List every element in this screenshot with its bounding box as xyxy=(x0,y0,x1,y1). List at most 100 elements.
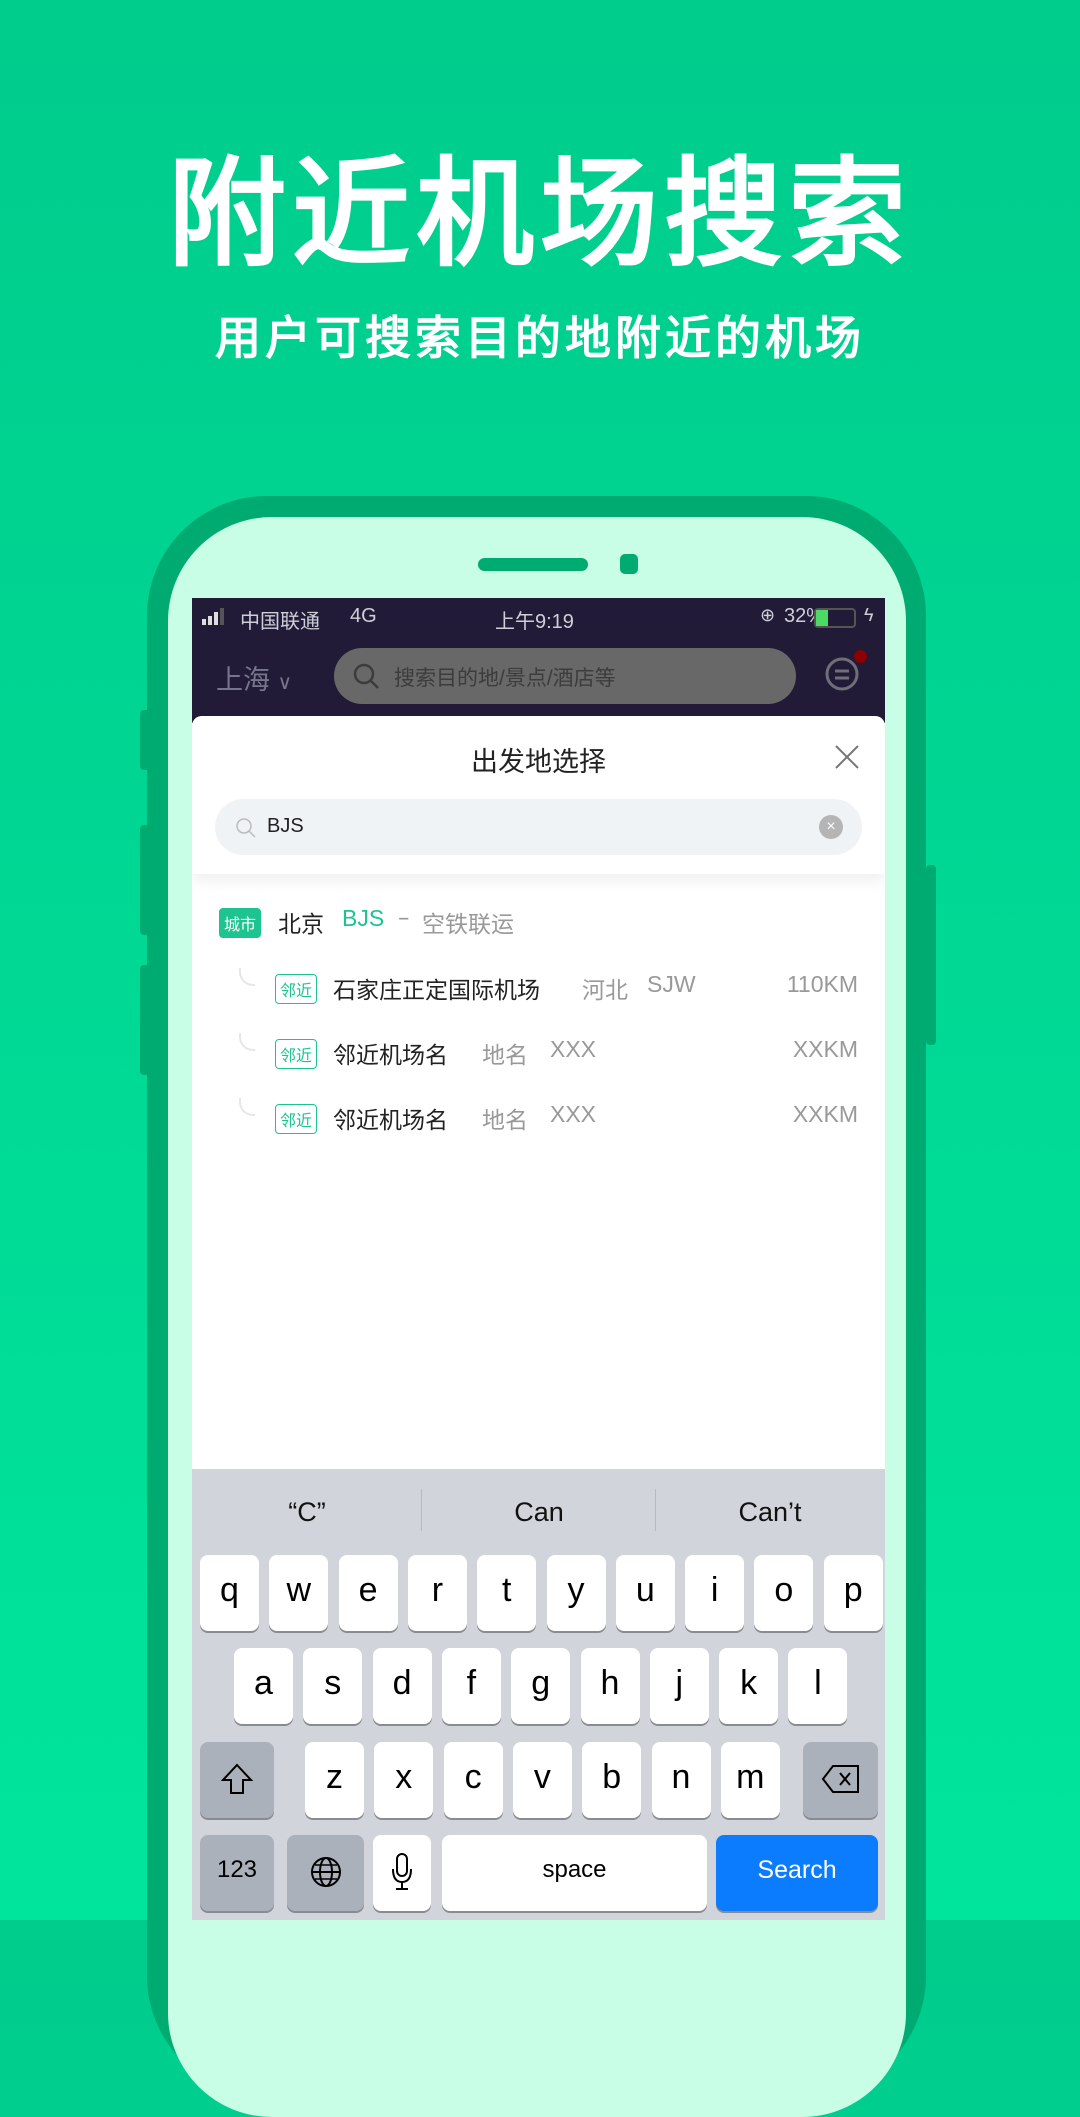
city-note: 空铁联运 xyxy=(422,912,514,938)
signal-icon xyxy=(202,608,230,632)
key-k[interactable]: k xyxy=(719,1648,779,1724)
battery-icon xyxy=(814,608,856,628)
search-icon xyxy=(236,818,256,838)
search-key[interactable]: Search xyxy=(716,1835,878,1911)
airport-distance: XXKM xyxy=(792,1101,858,1127)
key-x[interactable]: x xyxy=(374,1742,434,1818)
nearby-tag: 邻近 xyxy=(275,974,318,1004)
city-badge: 城市 xyxy=(219,908,262,938)
sheet-header: 出发地选择 BJS × xyxy=(192,716,885,874)
promo-title: 附近机场搜索 xyxy=(167,145,912,283)
airport-code: SJW xyxy=(647,971,696,997)
airport-code: XXX xyxy=(550,1101,597,1127)
connector-line xyxy=(239,1033,255,1051)
suggestion[interactable]: Can xyxy=(424,1497,654,1528)
separator: – xyxy=(398,905,410,931)
key-t[interactable]: t xyxy=(477,1555,537,1631)
sheet-title: 出发地选择 xyxy=(471,747,606,778)
connector-line xyxy=(239,1098,255,1116)
suggestion[interactable]: Can’t xyxy=(655,1497,885,1528)
rotation-lock-icon: ⊕ xyxy=(760,605,776,625)
key-e[interactable]: e xyxy=(338,1555,398,1631)
carrier: 中国联通 xyxy=(240,611,320,633)
key-m[interactable]: m xyxy=(720,1742,780,1818)
key-l[interactable]: l xyxy=(788,1648,848,1724)
key-q[interactable]: q xyxy=(200,1555,259,1631)
delete-key[interactable] xyxy=(803,1742,878,1818)
chevron-down-icon: ∨ xyxy=(277,672,293,694)
key-w[interactable]: w xyxy=(269,1555,329,1631)
suggestion[interactable]: “C” xyxy=(192,1497,422,1528)
city-selector[interactable]: 上海 ∨ xyxy=(216,658,292,697)
key-d[interactable]: d xyxy=(372,1648,432,1724)
search-value: BJS xyxy=(267,815,304,837)
nearby-airport-item[interactable]: 邻近 石家庄正定国际机场 河北 SJW 110KM xyxy=(192,962,885,1012)
key-s[interactable]: s xyxy=(303,1648,363,1724)
phone-side-button xyxy=(140,825,150,935)
close-icon[interactable] xyxy=(834,744,860,770)
departure-search-input[interactable]: BJS × xyxy=(215,799,862,855)
airport-region: 地名 xyxy=(482,1108,528,1134)
search-icon xyxy=(353,663,379,689)
phone-speaker xyxy=(478,558,588,571)
globe-key[interactable] xyxy=(287,1835,364,1911)
phone-screen: 中国联通 4G 上午9:19 ⊕ 32% ϟ 上海 ∨ 搜索目的地/景点/酒店等… xyxy=(192,598,885,1920)
dictation-key[interactable] xyxy=(373,1835,431,1911)
keyboard: “C” Can Can’t qwertyuiop asdfghjkl zxcvbnm… xyxy=(192,1469,885,1920)
clock: 上午9:19 xyxy=(495,611,574,633)
key-y[interactable]: y xyxy=(546,1555,606,1631)
key-r[interactable]: r xyxy=(407,1555,467,1631)
airport-distance: XXKM xyxy=(792,1036,858,1062)
key-g[interactable]: g xyxy=(511,1648,571,1724)
numbers-key[interactable]: 123 xyxy=(200,1835,274,1911)
key-h[interactable]: h xyxy=(580,1648,640,1724)
shift-icon xyxy=(220,1763,254,1794)
key-c[interactable]: c xyxy=(443,1742,503,1818)
notification-dot xyxy=(854,650,867,663)
search-placeholder: 搜索目的地/景点/酒店等 xyxy=(394,667,616,690)
key-z[interactable]: z xyxy=(305,1742,364,1818)
key-v[interactable]: v xyxy=(512,1742,572,1818)
phone-camera xyxy=(620,554,638,574)
promo-subtitle: 用户可搜索目的地附近的机场 xyxy=(215,311,865,365)
city-name: 北京 xyxy=(278,912,324,938)
airport-distance: 110KM xyxy=(786,971,858,997)
microphone-icon xyxy=(392,1853,412,1890)
airport-code: XXX xyxy=(550,1036,597,1062)
app-header: 中国联通 4G 上午9:19 ⊕ 32% ϟ 上海 ∨ 搜索目的地/景点/酒店等 xyxy=(192,598,885,723)
airport-region: 河北 xyxy=(582,978,628,1004)
nearby-tag: 邻近 xyxy=(275,1104,318,1134)
phone-side-button xyxy=(140,965,150,1075)
network: 4G xyxy=(350,605,377,627)
airport-name: 邻近机场名 xyxy=(333,1043,448,1069)
key-p[interactable]: p xyxy=(823,1555,883,1631)
key-u[interactable]: u xyxy=(615,1555,675,1631)
airport-region: 地名 xyxy=(482,1043,528,1069)
key-a[interactable]: a xyxy=(234,1648,293,1724)
key-j[interactable]: j xyxy=(649,1648,709,1724)
city-result[interactable]: 城市 北京 BJS – 空铁联运 xyxy=(192,896,885,946)
nearby-airport-item[interactable]: 邻近 邻近机场名 地名 XXX XXKM xyxy=(192,1092,885,1142)
connector-line xyxy=(239,968,255,986)
space-key[interactable]: space xyxy=(442,1835,707,1911)
key-i[interactable]: i xyxy=(685,1555,745,1631)
backspace-icon xyxy=(821,1765,859,1793)
key-n[interactable]: n xyxy=(651,1742,711,1818)
message-button[interactable] xyxy=(824,650,867,701)
nearby-airport-item[interactable]: 邻近 邻近机场名 地名 XXX XXKM xyxy=(192,1027,885,1077)
city-code: BJS xyxy=(342,905,385,931)
phone-side-button xyxy=(926,865,936,1045)
clear-icon[interactable]: × xyxy=(819,815,843,839)
destination-search[interactable]: 搜索目的地/景点/酒店等 xyxy=(334,648,796,704)
globe-icon xyxy=(310,1857,341,1887)
divider xyxy=(421,1489,422,1531)
airport-name: 邻近机场名 xyxy=(333,1108,448,1134)
key-f[interactable]: f xyxy=(441,1648,501,1724)
key-b[interactable]: b xyxy=(582,1742,642,1818)
nearby-tag: 邻近 xyxy=(275,1039,318,1069)
charging-icon: ϟ xyxy=(864,605,874,625)
key-o[interactable]: o xyxy=(754,1555,814,1631)
shift-key[interactable] xyxy=(200,1742,274,1818)
phone-side-button xyxy=(140,710,150,770)
city-label: 上海 xyxy=(216,665,270,695)
